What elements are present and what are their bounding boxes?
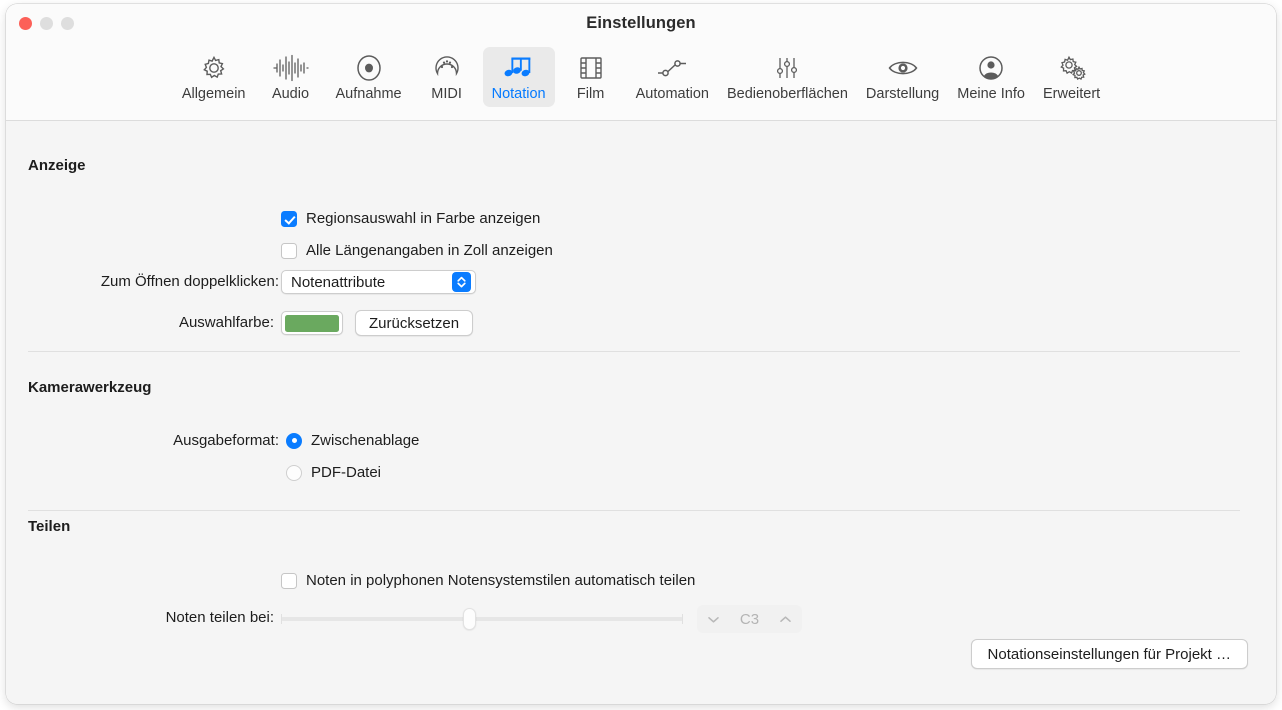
label-doubleclick-to-open: Zum Öffnen doppelklicken: — [6, 273, 279, 290]
tab-label: Audio — [272, 86, 309, 102]
tab-erweitert[interactable]: Erweitert — [1034, 47, 1109, 107]
window-title: Einstellungen — [6, 14, 1276, 33]
popup-doubleclick-to-open[interactable]: Notenattribute — [281, 270, 476, 294]
tab-label: Aufnahme — [335, 86, 401, 102]
stepper-down-icon[interactable] — [707, 615, 720, 624]
radio-label: PDF-Datei — [311, 464, 381, 481]
radio-clipboard[interactable] — [286, 433, 302, 449]
tab-midi[interactable]: MIDI — [411, 47, 483, 107]
doubleclick-select[interactable]: Notenattribute — [281, 270, 476, 294]
label-selection-color: Auswahlfarbe: — [6, 314, 274, 331]
color-swatch — [285, 315, 339, 332]
divider-1 — [28, 351, 1240, 352]
checkbox-label: Alle Längenangaben in Zoll anzeigen — [306, 242, 553, 259]
reset-color-button[interactable]: Zurücksetzen — [355, 310, 473, 336]
tab-label: Allgemein — [182, 86, 246, 102]
label-output-format: Ausgabeformat: — [6, 432, 279, 449]
checkbox-row-inches[interactable]: Alle Längenangaben in Zoll anzeigen — [281, 242, 553, 259]
title-bar: Einstellungen Allgemein — [6, 4, 1276, 121]
split-note-stepper[interactable]: C3 — [697, 605, 802, 633]
slider-track — [281, 617, 683, 621]
film-strip-icon — [578, 53, 604, 83]
tab-label: Film — [577, 86, 604, 102]
split-note-slider[interactable] — [281, 607, 683, 631]
doubleclick-select-value: Notenattribute — [291, 274, 385, 291]
chevron-updown-icon — [452, 272, 471, 292]
tab-label: Bedienoberflächen — [727, 86, 848, 102]
music-notes-icon — [502, 53, 536, 83]
section-title-anzeige: Anzeige — [28, 157, 86, 174]
preferences-toolbar: Allgemein Audio — [6, 47, 1276, 107]
tab-label: Erweitert — [1043, 86, 1100, 102]
midi-din-icon — [433, 53, 461, 83]
waveform-icon — [271, 53, 309, 83]
section-title-teilen: Teilen — [28, 518, 70, 535]
tab-audio[interactable]: Audio — [254, 47, 326, 107]
checkbox-label: Regionsauswahl in Farbe anzeigen — [306, 210, 540, 227]
slider-tick-start — [281, 614, 282, 624]
tab-notation[interactable]: Notation — [483, 47, 555, 107]
checkbox-auto-split-polyphonic[interactable] — [281, 573, 297, 589]
automation-nodes-icon — [655, 53, 689, 83]
radio-label: Zwischenablage — [311, 432, 419, 449]
record-circle-icon — [355, 53, 383, 83]
tab-label: Darstellung — [866, 86, 939, 102]
project-notation-settings-button[interactable]: Notationseinstellungen für Projekt … — [971, 639, 1248, 669]
tab-meine-info[interactable]: Meine Info — [948, 47, 1034, 107]
preferences-window: Einstellungen Allgemein — [6, 4, 1276, 704]
split-note-controls: C3 — [281, 605, 802, 633]
checkbox-label: Noten in polyphonen Notensystemstilen au… — [306, 572, 695, 589]
label-split-notes-at: Noten teilen bei: — [6, 609, 274, 626]
double-gear-icon — [1056, 53, 1088, 83]
checkbox-region-color[interactable] — [281, 211, 297, 227]
selection-color-controls: Zurücksetzen — [281, 310, 473, 336]
section-title-kamerawerkzeug: Kamerawerkzeug — [28, 379, 151, 396]
tab-automation[interactable]: Automation — [627, 47, 718, 107]
stepper-up-icon[interactable] — [779, 615, 792, 624]
tab-allgemein[interactable]: Allgemein — [173, 47, 255, 107]
eye-icon — [887, 53, 919, 83]
notation-preferences-panel: Anzeige Regionsauswahl in Farbe anzeigen… — [6, 121, 1276, 704]
checkbox-row-region-color[interactable]: Regionsauswahl in Farbe anzeigen — [281, 210, 540, 227]
tab-bedienoberflaechen[interactable]: Bedienoberflächen — [718, 47, 857, 107]
tab-label: Notation — [492, 86, 546, 102]
tab-aufnahme[interactable]: Aufnahme — [326, 47, 410, 107]
tab-film[interactable]: Film — [555, 47, 627, 107]
person-circle-icon — [977, 53, 1005, 83]
tab-darstellung[interactable]: Darstellung — [857, 47, 948, 107]
tab-label: Automation — [636, 86, 709, 102]
radio-pdf-file[interactable] — [286, 465, 302, 481]
gear-icon — [200, 53, 228, 83]
tab-label: Meine Info — [957, 86, 1025, 102]
divider-2 — [28, 510, 1240, 511]
tab-label: MIDI — [431, 86, 462, 102]
radio-row-clipboard[interactable]: Zwischenablage — [286, 432, 419, 449]
slider-tick-end — [682, 614, 683, 624]
selection-color-well[interactable] — [281, 311, 343, 335]
checkbox-row-auto-split[interactable]: Noten in polyphonen Notensystemstilen au… — [281, 572, 695, 589]
slider-thumb[interactable] — [463, 608, 476, 630]
faders-icon — [773, 53, 801, 83]
split-note-value: C3 — [740, 611, 759, 628]
project-notation-settings-container: Notationseinstellungen für Projekt … — [971, 639, 1248, 669]
radio-row-pdf[interactable]: PDF-Datei — [286, 464, 381, 481]
checkbox-lengths-in-inches[interactable] — [281, 243, 297, 259]
